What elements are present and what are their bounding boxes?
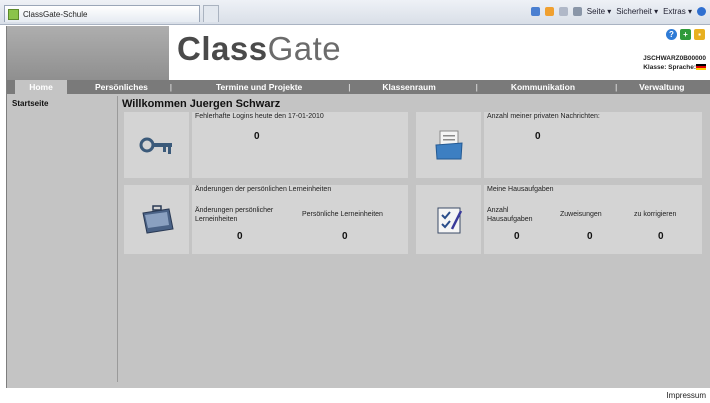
logo-bold: Class — [177, 30, 268, 67]
card-icon-learning — [124, 185, 189, 254]
page-frame: ClassGate ? + ▪ JSCHWARZ0B00000 Klasse: … — [6, 26, 710, 388]
nav-kommunikation[interactable]: Kommunikation — [511, 82, 575, 92]
nav-separator: | — [348, 82, 351, 92]
card-homework-col2-value: 0 — [587, 231, 593, 242]
card-learning-title: Änderungen der persönlichen Lerneinheite… — [195, 186, 332, 193]
card-learning-col1-value: 0 — [237, 231, 243, 242]
help-circle-icon[interactable]: ? — [666, 29, 677, 40]
checklist-icon — [437, 207, 462, 233]
mail-icon[interactable] — [558, 7, 568, 16]
card-homework-col2-label: Zuweisungen — [560, 211, 602, 218]
card-logins-title: Fehlerhafte Logins heute den 17-01-2010 — [195, 113, 324, 120]
command-bar: Seite ▾ Sicherheit ▾ Extras ▾ — [530, 7, 706, 16]
card-learning-col2-label: Persönliche Lerneinheiten — [302, 211, 383, 218]
card-messages: Anzahl meiner privaten Nachrichten: 0 — [484, 112, 702, 178]
main-nav: Home Persönliches | Termine und Projekte… — [7, 80, 710, 94]
classgate-logo: ClassGate — [177, 30, 341, 68]
nav-separator: | — [475, 82, 478, 92]
plus-icon[interactable]: + — [680, 29, 691, 40]
impressum-link[interactable]: Impressum — [666, 391, 706, 400]
card-homework-col3-label: zu korrigieren — [634, 211, 677, 218]
nav-separator: | — [169, 82, 172, 92]
nav-separator: | — [615, 82, 618, 92]
card-homework-col3-value: 0 — [658, 231, 664, 242]
briefcase-icon — [141, 204, 174, 234]
sidebar: Startseite — [9, 96, 118, 382]
card-icon-logins — [124, 112, 189, 178]
page-menu[interactable]: Seite ▾ — [587, 7, 611, 16]
card-homework-col1-label: Anzahl Hausaufgaben — [487, 207, 533, 223]
key-icon — [139, 137, 172, 154]
card-homework-col1-value: 0 — [514, 231, 520, 242]
german-flag-icon[interactable] — [696, 64, 706, 71]
language-label: Sprache: — [668, 64, 696, 71]
card-logins-value: 0 — [254, 131, 260, 142]
sidebar-item-startseite[interactable]: Startseite — [12, 99, 48, 108]
message-icon — [434, 130, 463, 160]
browser-toolbar: ClassGate-Schule Seite ▾ Sicherheit ▾ Ex… — [0, 0, 710, 25]
user-id: JSCHWARZ0B00000 — [643, 55, 706, 62]
nav-home[interactable]: Home — [15, 80, 67, 94]
feeds-icon[interactable] — [544, 7, 554, 16]
nav-persoenliches[interactable]: Persönliches — [95, 82, 148, 92]
tools-menu[interactable]: Extras ▾ — [663, 7, 692, 16]
security-menu[interactable]: Sicherheit ▾ — [616, 7, 658, 16]
card-learning-col1-label: Änderungen persönlicher Lerneinheiten — [195, 207, 274, 223]
app-header: ClassGate ? + ▪ JSCHWARZ0B00000 Klasse: … — [7, 26, 710, 80]
header-icons: ? + ▪ — [666, 29, 705, 40]
browser-tab-title: ClassGate-Schule — [23, 9, 88, 19]
main-content: Willkommen Juergen Schwarz Fehlerhafte L… — [119, 96, 709, 382]
header-gray-block — [7, 26, 169, 80]
browser-tab[interactable]: ClassGate-Schule — [4, 5, 200, 22]
card-learning: Änderungen der persönlichen Lerneinheite… — [192, 185, 408, 254]
card-icon-messages — [416, 112, 481, 178]
home-icon[interactable] — [530, 7, 540, 16]
card-learning-col2-value: 0 — [342, 231, 348, 242]
user-info: JSCHWARZ0B00000 Klasse: Sprache: — [643, 54, 706, 72]
lock-icon[interactable]: ▪ — [694, 29, 705, 40]
class-label: Klasse: — [643, 64, 667, 71]
card-homework-title: Meine Hausaufgaben — [487, 186, 554, 193]
nav-klassenraum[interactable]: Klassenraum — [382, 82, 435, 92]
page-title: Willkommen Juergen Schwarz — [122, 98, 281, 110]
card-logins: Fehlerhafte Logins heute den 17-01-2010 … — [192, 112, 408, 178]
nav-termine[interactable]: Termine und Projekte — [216, 82, 302, 92]
print-icon[interactable] — [572, 7, 582, 16]
card-messages-title: Anzahl meiner privaten Nachrichten: — [487, 113, 600, 120]
card-icon-homework — [416, 185, 481, 254]
new-tab-button[interactable] — [203, 5, 219, 22]
logo-light: Gate — [267, 30, 342, 67]
help-icon[interactable] — [697, 7, 706, 16]
card-homework: Meine Hausaufgaben Anzahl Hausaufgaben Z… — [484, 185, 702, 254]
favicon-icon — [8, 8, 19, 20]
card-messages-value: 0 — [535, 131, 541, 142]
nav-verwaltung[interactable]: Verwaltung — [639, 82, 684, 92]
